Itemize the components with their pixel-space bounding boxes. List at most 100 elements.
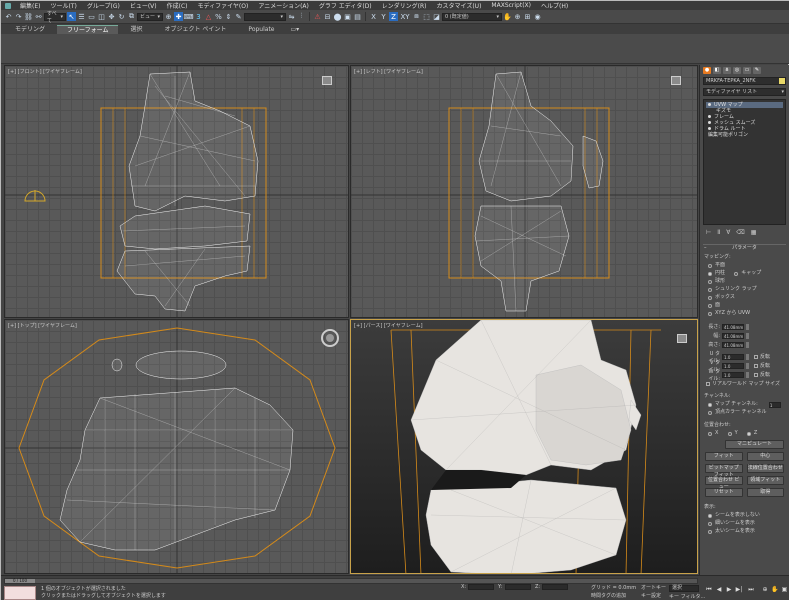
undo-icon[interactable]: ↶ <box>4 12 13 21</box>
spinner-icon[interactable] <box>746 362 749 369</box>
edit-named-selection-icon[interactable]: ✎ <box>234 12 243 21</box>
radio-icon[interactable] <box>727 431 732 436</box>
reset-button[interactable]: リセット <box>705 488 743 497</box>
w-flip-checkbox[interactable] <box>754 372 758 377</box>
radio-icon[interactable] <box>708 263 712 268</box>
pan-icon[interactable]: ✋ <box>503 12 512 21</box>
radio-icon[interactable] <box>708 431 712 436</box>
hierarchy-tab-icon[interactable]: ⋔ <box>723 67 731 74</box>
viewport-label[interactable]: [+] [トップ] [ワイヤフレーム] <box>8 322 77 329</box>
spinner-icon[interactable] <box>746 371 749 378</box>
keyboard-shortcut-icon[interactable]: ⌨ <box>183 12 193 21</box>
x-coord-field[interactable] <box>468 584 494 590</box>
menu-animation[interactable]: アニメーション(A) <box>254 1 313 10</box>
visibility-icon[interactable] <box>708 103 711 106</box>
spinner-icon[interactable] <box>746 332 749 339</box>
layer-manager-icon[interactable]: ⧈ <box>412 12 421 21</box>
tab-object-paint[interactable]: オブジェクト ペイント <box>155 25 237 34</box>
maximize-viewport-icon[interactable]: ▣ <box>781 586 788 594</box>
snaps-toggle-icon[interactable]: 3 <box>194 12 203 21</box>
spinner-icon[interactable] <box>746 353 749 360</box>
axis-y-button[interactable]: Y <box>379 12 388 21</box>
goto-end-icon[interactable]: ⏭ <box>747 586 755 594</box>
width-input[interactable]: 41.08mm <box>722 332 744 339</box>
radio-icon[interactable] <box>708 303 712 308</box>
rect-selection-icon[interactable]: ▭ <box>87 12 96 21</box>
radio-icon[interactable] <box>708 513 712 518</box>
menu-maxscript[interactable]: MAXScript(X) <box>487 2 535 9</box>
remove-modifier-icon[interactable]: ⌫ <box>736 229 744 236</box>
radio-icon[interactable] <box>708 529 712 534</box>
vertex-color-channel-option[interactable]: 頂点カラー チャンネル <box>708 409 781 416</box>
align-icon[interactable]: ⫶ <box>297 12 306 21</box>
visibility-icon[interactable] <box>708 121 711 124</box>
pin-stack-icon[interactable]: ⊢ <box>706 229 711 236</box>
modify-tab-icon[interactable]: ◧ <box>713 67 721 74</box>
maxscript-mini-listener[interactable] <box>4 586 36 600</box>
viewport-left[interactable]: [+] [レフト] [ワイヤフレーム] <box>350 65 698 318</box>
viewport-perspective[interactable]: [+] [パース] [ワイヤフレーム] <box>350 319 698 574</box>
key-mode-select[interactable]: 選択 <box>669 585 699 592</box>
pivot-center-icon[interactable]: ⊕ <box>164 12 173 21</box>
spinner-snap-icon[interactable]: ⇕ <box>224 12 233 21</box>
normal-align-button[interactable]: 法線位置合わせ <box>746 464 784 473</box>
menu-modifiers[interactable]: モディファイヤ(O) <box>194 1 253 10</box>
radio-icon[interactable] <box>708 287 712 292</box>
move-icon[interactable]: ✥ <box>107 12 116 21</box>
spinner-icon[interactable] <box>746 341 749 348</box>
selection-filter-select[interactable]: すべて <box>44 11 66 24</box>
map-channel-input[interactable]: 1 <box>768 401 781 408</box>
display-option[interactable]: 太いシームを表示 <box>708 528 781 535</box>
select-manipulate-icon[interactable]: ✚ <box>174 12 183 21</box>
u-tile-input[interactable]: 1.0 <box>722 353 744 360</box>
visibility-icon[interactable] <box>708 115 711 118</box>
redo-icon[interactable]: ↷ <box>14 12 23 21</box>
radio-icon[interactable] <box>708 521 712 526</box>
select-by-name-icon[interactable]: ☰ <box>77 12 86 21</box>
radio-icon[interactable] <box>708 271 712 276</box>
tab-modeling[interactable]: モデリング <box>5 25 55 34</box>
acquire-button[interactable]: 取得 <box>746 488 784 497</box>
menu-edit[interactable]: 編集(E) <box>16 1 44 10</box>
tab-selection[interactable]: 選択 <box>120 25 152 34</box>
steering-wheel-icon[interactable] <box>320 328 340 348</box>
viewcube-icon[interactable] <box>671 76 681 85</box>
menu-group[interactable]: グループ(G) <box>83 1 124 10</box>
radio-icon[interactable] <box>746 431 751 436</box>
viewport-front[interactable]: [+] [フロント] [ワイヤフレーム] <box>4 65 349 318</box>
layer-select[interactable]: 0 (既定値) <box>442 12 502 21</box>
modifier-list-select[interactable]: モディファイヤ リスト <box>703 88 786 96</box>
display-option[interactable]: 細いシームを表示 <box>708 520 781 527</box>
render-frame-icon[interactable]: ▤ <box>353 12 362 21</box>
zoom-viewport-icon[interactable]: ⊕ <box>761 586 769 594</box>
y-coord-field[interactable] <box>505 584 531 590</box>
length-input[interactable]: 41.08mm <box>722 323 744 330</box>
fit-button[interactable]: フィット <box>705 452 743 461</box>
ribbon-options-icon[interactable]: ▭▾ <box>291 26 300 33</box>
mapping-option[interactable]: シュリンク ラップ <box>708 286 781 293</box>
reference-coord-select[interactable]: ビュー <box>137 12 163 21</box>
unlink-icon[interactable]: ⚯ <box>34 12 43 21</box>
radio-icon[interactable] <box>708 295 712 300</box>
cap-checkbox[interactable] <box>734 271 739 276</box>
prev-frame-icon[interactable]: ◀ <box>715 586 723 594</box>
orbit-icon[interactable]: ◉ <box>533 12 542 21</box>
schematic-view-icon[interactable]: ⊟ <box>323 12 332 21</box>
view-align-button[interactable]: 位置合わせ ビュー <box>705 476 743 490</box>
window-crossing-icon[interactable]: ◫ <box>97 12 106 21</box>
axis-xy-button[interactable]: XY <box>399 12 411 21</box>
bitmap-fit-button[interactable]: ビットマップ フィット <box>705 464 743 478</box>
w-tile-input[interactable]: 1.0 <box>722 371 744 378</box>
scale-icon[interactable]: ⧉ <box>127 12 136 21</box>
angle-snap-icon[interactable]: △ <box>204 12 213 21</box>
u-flip-checkbox[interactable] <box>754 354 758 359</box>
mirror-icon[interactable]: ⇋ <box>287 12 296 21</box>
play-icon[interactable]: ▶ <box>725 586 733 594</box>
viewport-label[interactable]: [+] [フロント] [ワイヤフレーム] <box>8 68 82 75</box>
viewport-top[interactable]: [+] [トップ] [ワイヤフレーム] <box>4 319 349 574</box>
goto-start-icon[interactable]: ⏮ <box>705 586 713 594</box>
axis-z-button[interactable]: Z <box>389 12 398 21</box>
v-flip-checkbox[interactable] <box>754 363 758 368</box>
center-button[interactable]: 中心 <box>746 452 784 461</box>
percent-snap-icon[interactable]: % <box>214 12 223 21</box>
